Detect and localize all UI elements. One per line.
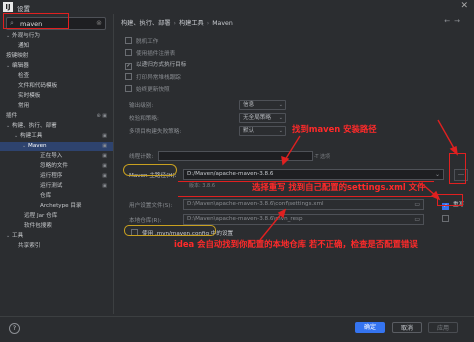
- ok-button[interactable]: 确定: [355, 322, 385, 333]
- cancel-button[interactable]: 取消: [392, 322, 422, 333]
- annotation-arrows: [259, 119, 458, 241]
- help-icon[interactable]: ?: [9, 323, 20, 334]
- apply-button[interactable]: 应用: [428, 322, 458, 333]
- dialog-footer: ? 确定 取消 应用: [0, 316, 474, 342]
